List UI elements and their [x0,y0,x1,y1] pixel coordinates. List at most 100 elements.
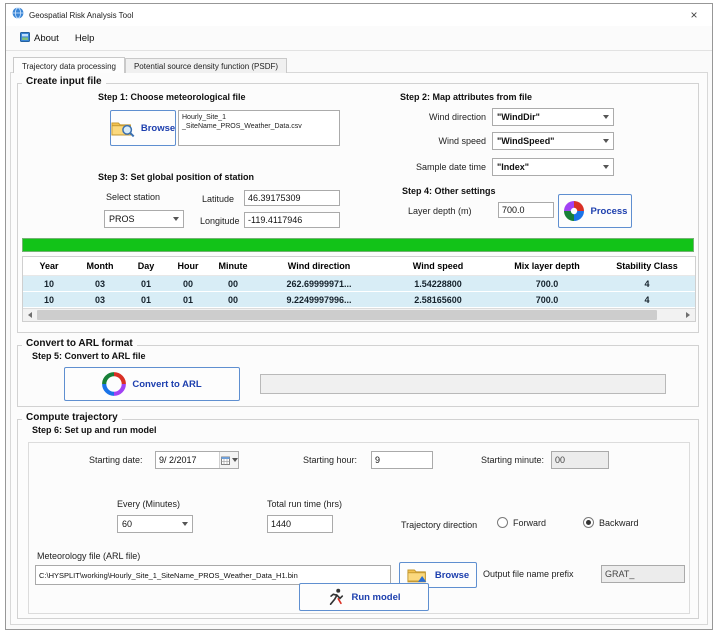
menu-bar: About Help [6,26,712,51]
convert-to-arl-button[interactable]: Convert to ARL [64,367,240,401]
sample-date-time-select[interactable]: "Index" [492,158,614,176]
sample-date-time-label: Sample date time [356,162,486,172]
table-cell: 9.2249997996... [257,292,381,307]
select-station-label: Select station [106,192,160,202]
table-row[interactable]: 10 03 01 01 00 9.2249997996... 2.5816560… [23,292,695,308]
backward-radio[interactable]: Backward [583,517,639,528]
table-header-cell: Month [75,257,125,275]
app-window: Geospatial Risk Analysis Tool × About He… [5,3,713,630]
latitude-value: 46.39175309 [248,193,301,203]
latitude-field[interactable]: 46.39175309 [244,190,340,206]
meteo-file-line1: Hourly_Site_1 [182,113,336,122]
layer-depth-label: Layer depth (m) [408,206,472,216]
close-button[interactable]: × [679,6,709,24]
browse-arl-file-label: Browse [435,570,469,581]
window-title: Geospatial Risk Analysis Tool [29,11,133,20]
meteorology-file-label: Meteorology file (ARL file) [37,551,140,561]
station-select[interactable]: PROS [104,210,184,228]
chevron-down-icon [603,115,609,119]
chevron-down-icon [182,522,188,526]
table-cell: 01 [125,276,167,291]
convert-to-arl-label: Convert to ARL [132,379,201,390]
calendar-icon [221,456,230,465]
output-prefix-field[interactable]: GRAT_ [601,565,685,583]
every-minutes-value: 60 [122,519,132,529]
browse-meteo-file-button[interactable]: Browse [110,110,176,146]
station-value: PROS [109,214,135,224]
every-minutes-select[interactable]: 60 [117,515,193,533]
table-header-cell: Wind direction [257,257,381,275]
table-header-cell: Year [23,257,75,275]
menu-about[interactable]: About [12,29,67,48]
menu-help[interactable]: Help [67,30,103,47]
every-minutes-label: Every (Minutes) [117,499,180,509]
triangle-left-icon [28,312,32,318]
process-button[interactable]: Process [558,194,632,228]
starting-hour-field[interactable]: 9 [371,451,433,469]
starting-date-picker[interactable]: 9/ 2/2017 [155,451,239,469]
layer-depth-field[interactable]: 700.0 [498,202,554,218]
app-icon [12,6,24,24]
meteorology-file-field[interactable]: C:\HYSPLIT\working\Hourly_Site_1_SiteNam… [35,565,391,585]
total-run-time-field[interactable]: 1440 [267,515,333,533]
chevron-down-icon [173,217,179,221]
backward-label: Backward [599,518,639,528]
table-cell: 00 [209,292,257,307]
wind-speed-select[interactable]: "WindSpeed" [492,132,614,150]
run-model-button[interactable]: Run model [299,583,429,611]
wind-direction-select[interactable]: "WindDir" [492,108,614,126]
chevron-down-icon [603,165,609,169]
weather-data-table: Year Month Day Hour Minute Wind directio… [22,256,696,322]
wind-speed-value: "WindSpeed" [497,136,554,146]
table-header-cell: Hour [167,257,209,275]
process-label: Process [591,206,628,217]
table-cell: 10 [23,276,75,291]
run-model-label: Run model [351,592,400,603]
scroll-left-arrow[interactable] [23,309,37,321]
scrollbar-thumb[interactable] [37,310,657,320]
table-header-cell: Wind speed [381,257,495,275]
table-cell: 4 [599,276,695,291]
meteorology-file-value: C:\HYSPLIT\working\Hourly_Site_1_SiteNam… [39,571,298,580]
forward-label: Forward [513,518,546,528]
step3-title: Step 3: Set global position of station [98,172,254,182]
starting-minute-value: 00 [555,455,565,465]
layer-depth-value: 700.0 [502,205,525,215]
runner-icon [327,587,345,607]
tab-psdf[interactable]: Potential source density function (PSDF) [125,58,287,73]
longitude-value: -119.4117946 [248,215,302,225]
starting-minute-field[interactable]: 00 [551,451,609,469]
table-cell: 00 [167,276,209,291]
tab-trajectory-data-processing[interactable]: Trajectory data processing [13,57,125,73]
pinwheel-icon [563,200,585,222]
table-cell: 262.69999971... [257,276,381,291]
latitude-label: Latitude [202,194,234,204]
wind-direction-value: "WindDir" [497,112,540,122]
table-cell: 00 [209,276,257,291]
group-create-input-title: Create input file [22,76,106,87]
triangle-right-icon [686,312,690,318]
output-prefix-label: Output file name prefix [483,569,574,579]
table-cell: 2.58165600 [381,292,495,307]
scroll-right-arrow[interactable] [681,309,695,321]
folder-arrow-icon [407,567,429,584]
table-row[interactable]: 10 03 01 00 00 262.69999971... 1.5422880… [23,276,695,292]
radio-checked-icon [583,517,594,528]
about-icon [20,32,30,45]
longitude-field[interactable]: -119.4117946 [244,212,340,228]
meteo-file-textbox[interactable]: Hourly_Site_1 _SiteName_PROS_Weather_Dat… [178,110,340,146]
table-cell: 01 [167,292,209,307]
process-progress-bar [22,238,694,252]
total-run-time-value: 1440 [271,519,291,529]
calendar-dropdown-button[interactable] [219,452,238,468]
forward-radio[interactable]: Forward [497,517,546,528]
meteo-file-line2: _SiteName_PROS_Weather_Data.csv [182,122,336,131]
title-bar: Geospatial Risk Analysis Tool × [6,4,712,26]
table-cell: 03 [75,276,125,291]
table-horizontal-scrollbar[interactable] [23,308,695,321]
color-ring-icon [102,372,126,396]
convert-progress-bar [260,374,666,394]
run-model-panel: Starting date: 9/ 2/2017 Starting hour: … [28,442,690,614]
table-header-cell: Day [125,257,167,275]
wind-direction-label: Wind direction [356,112,486,122]
